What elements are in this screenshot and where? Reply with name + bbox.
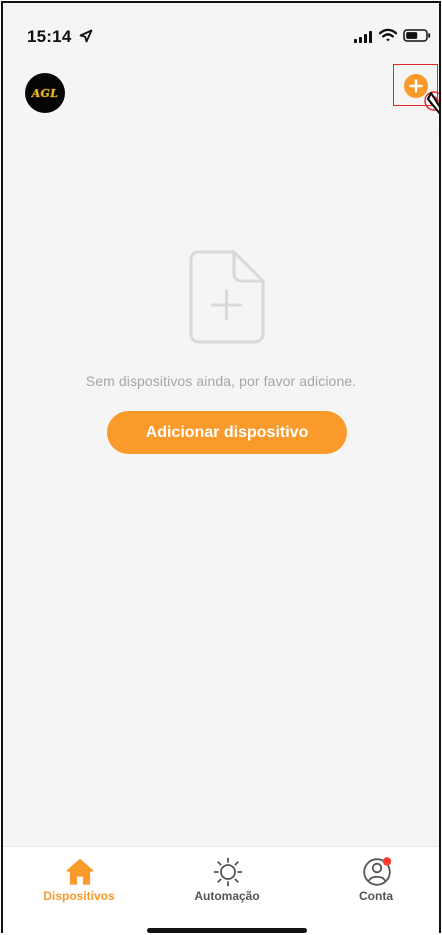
bottom-tab-bar: Dispositivos Automação Conta — [3, 846, 439, 933]
mobile-app-screen: 15:14 AGL Sem dispositivos ainda, por fa… — [1, 1, 441, 933]
file-plus-icon — [189, 250, 265, 344]
sun-icon — [213, 857, 243, 887]
cellular-signal-icon — [354, 31, 372, 43]
tab-automation[interactable]: Automação — [167, 847, 287, 917]
tab-label-automation: Automação — [194, 889, 260, 903]
status-time: 15:14 — [27, 27, 72, 46]
wifi-icon — [378, 28, 398, 42]
status-bar: 15:14 — [3, 3, 439, 65]
battery-icon — [403, 29, 431, 42]
agl-logo: AGL — [25, 73, 65, 113]
tab-label-account: Conta — [359, 889, 393, 903]
empty-devices-state: Sem dispositivos ainda, por favor adicio… — [3, 249, 439, 469]
tab-label-devices: Dispositivos — [43, 889, 115, 903]
home-indicator — [147, 928, 307, 933]
add-device-button[interactable]: Adicionar dispositivo — [107, 411, 347, 454]
location-arrow-icon — [79, 29, 93, 43]
user-circle-icon — [363, 857, 392, 886]
tab-devices[interactable]: Dispositivos — [19, 847, 139, 917]
logo-text: AGL — [31, 86, 59, 100]
plus-circle-icon — [409, 79, 423, 93]
empty-state-message: Sem dispositivos ainda, por favor adicio… — [85, 373, 357, 389]
cursor-annotation-icon — [424, 91, 439, 134]
home-icon — [66, 858, 94, 885]
tab-account[interactable]: Conta — [316, 847, 436, 917]
notification-dot — [382, 857, 392, 866]
